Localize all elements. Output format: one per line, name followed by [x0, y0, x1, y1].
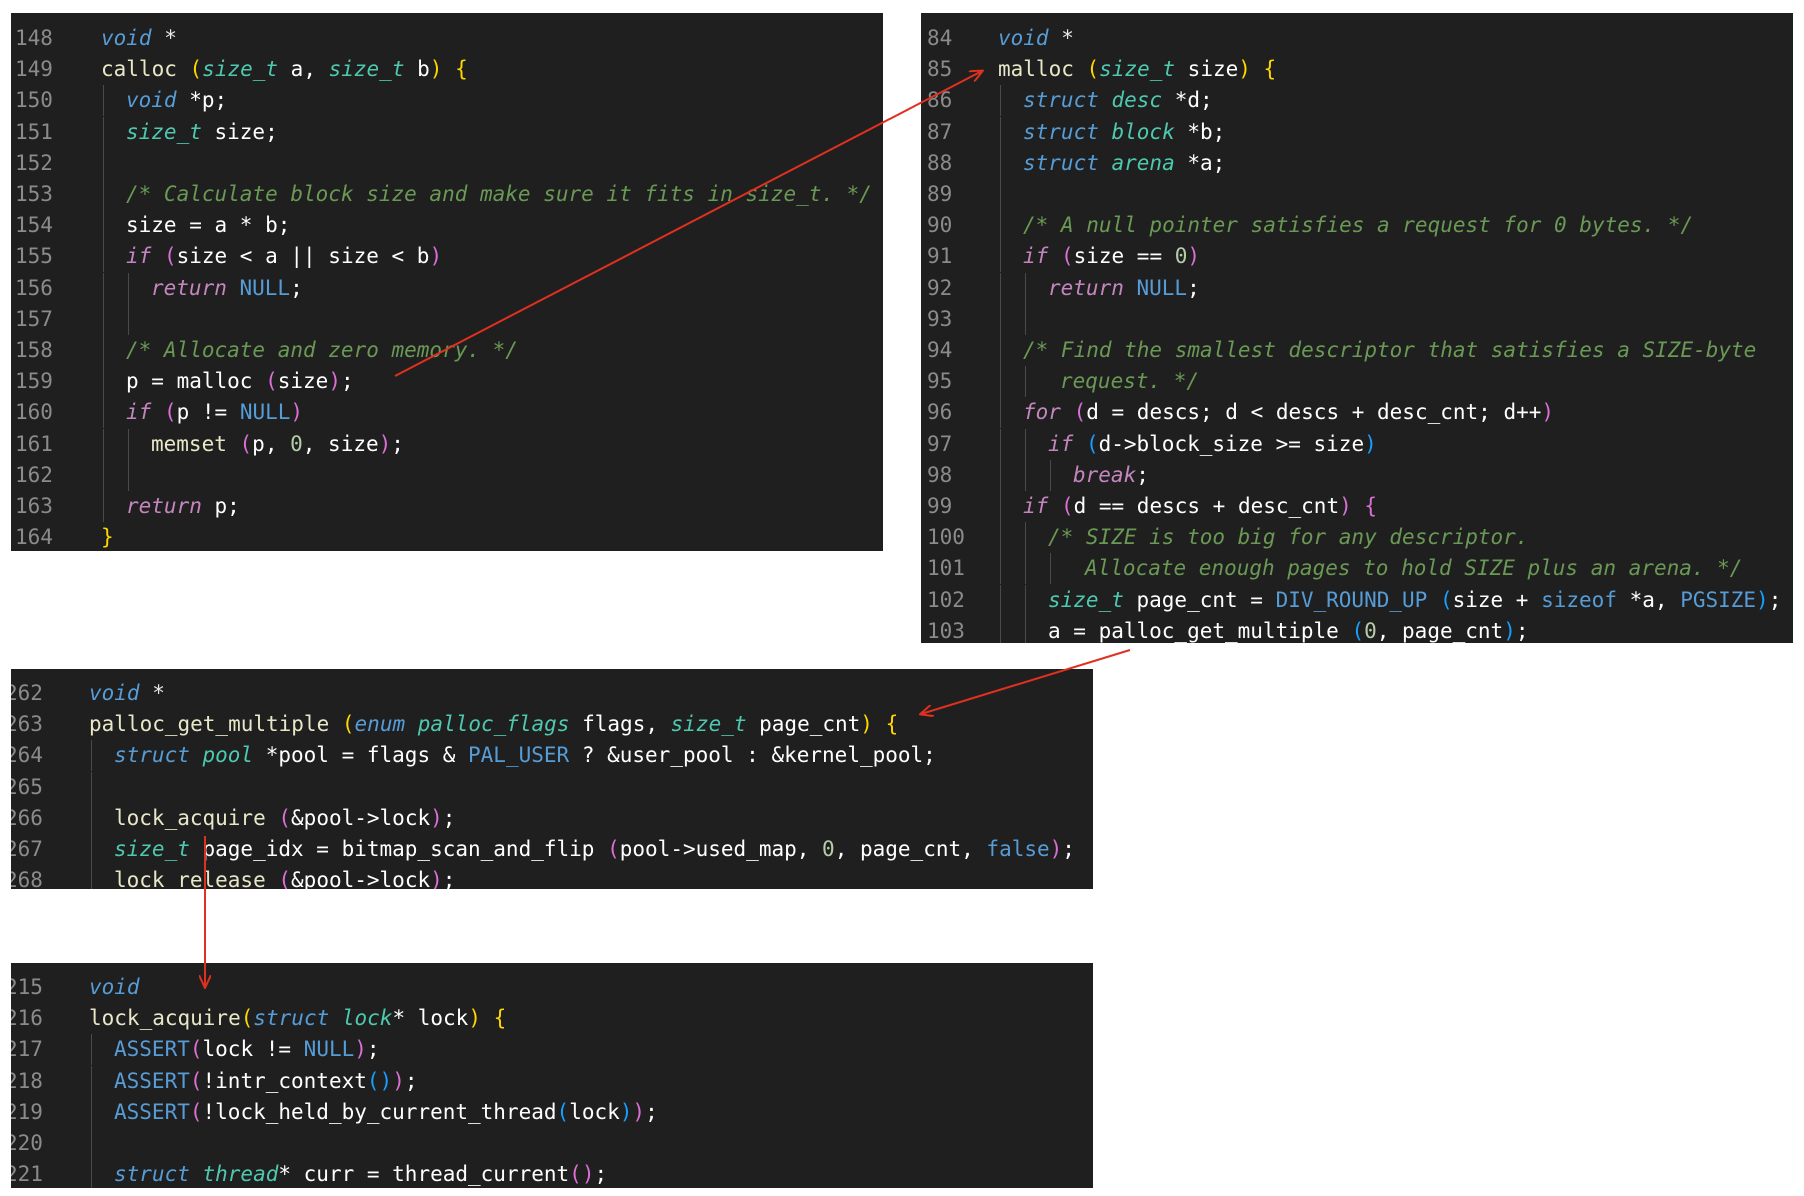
call-flow-arrows [0, 0, 1131, 1196]
arrow-malloc-to-palloc [921, 649, 1131, 714]
arrow-calloc-to-malloc [394, 71, 982, 377]
